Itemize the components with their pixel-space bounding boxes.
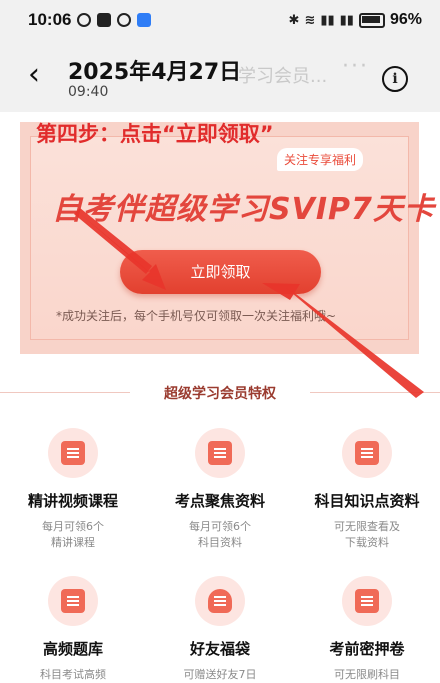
promo-title: 自考伴超级学习SVIP7天卡 bbox=[52, 192, 435, 227]
feature-name: 考点聚焦资料 bbox=[174, 492, 265, 510]
feature-knowledge-material[interactable]: 科目知识点资料 可无限查看及 下载资料 bbox=[294, 428, 440, 551]
status-right: ✱ ≋ ▮▮ ▮▮ 96% bbox=[289, 11, 422, 29]
page-header: ‹ 学习会员... ··· 2025年4月27日 09:40 i bbox=[0, 40, 440, 112]
feature-exam-paper[interactable]: 考前密押卷 可无限刷科目 bbox=[294, 576, 440, 683]
claim-note: *成功关注后，每个手机号仅可领取一次关注福利哦~ bbox=[56, 309, 337, 323]
signal-icon-2: ▮▮ bbox=[339, 12, 354, 28]
feature-desc: 科目考试高频 bbox=[40, 668, 106, 681]
gift-bag-icon bbox=[195, 576, 245, 626]
step-instruction: 第四步：点击“立即领取” bbox=[36, 122, 274, 146]
follow-benefit-tag: 关注专享福利 bbox=[277, 148, 364, 171]
nfc-icon bbox=[97, 13, 112, 27]
feature-desc: 每月可领6个 精讲课程 bbox=[42, 520, 104, 549]
claim-now-button[interactable]: 立即领取 bbox=[120, 250, 321, 294]
feature-name: 好友福袋 bbox=[189, 640, 250, 658]
feature-focus-material[interactable]: 考点聚焦资料 每月可领6个 科目资料 bbox=[147, 428, 293, 551]
exam-paper-icon bbox=[342, 576, 392, 626]
status-left: 10:06 bbox=[28, 10, 152, 30]
feature-desc: 每月可领6个 科目资料 bbox=[189, 520, 251, 549]
feature-video-course[interactable]: 精讲视频课程 每月可领6个 精讲课程 bbox=[0, 428, 146, 551]
eye-icon bbox=[77, 13, 92, 27]
feature-name: 科目知识点资料 bbox=[314, 492, 420, 510]
battery-icon bbox=[358, 12, 385, 28]
battery-percent: 96% bbox=[389, 11, 422, 28]
feature-desc: 可无限查看及 下载资料 bbox=[334, 520, 400, 549]
more-icon: ··· bbox=[342, 54, 369, 79]
feature-desc: 可赠送好友7日 bbox=[183, 668, 257, 681]
wifi-icon: ≋ bbox=[304, 12, 316, 28]
signal-icon: ▮▮ bbox=[320, 12, 335, 28]
status-bar: 10:06 ✱ ≋ ▮▮ ▮▮ 96% bbox=[0, 0, 440, 40]
info-icon[interactable]: i bbox=[382, 66, 408, 92]
feature-question-bank[interactable]: 高频题库 科目考试高频 bbox=[0, 576, 146, 683]
feature-desc: 可无限刷科目 bbox=[334, 668, 400, 681]
notes-icon bbox=[342, 428, 392, 478]
question-bank-icon bbox=[48, 576, 98, 626]
app-notification-icon bbox=[137, 13, 152, 27]
back-arrow-icon[interactable]: ‹ bbox=[28, 60, 40, 90]
video-icon bbox=[48, 428, 98, 478]
document-check-icon bbox=[195, 428, 245, 478]
feature-gift-bag[interactable]: 好友福袋 可赠送好友7日 bbox=[147, 576, 293, 683]
feature-name: 高频题库 bbox=[42, 640, 103, 658]
alarm-icon bbox=[117, 13, 132, 27]
status-time: 10:06 bbox=[28, 10, 72, 29]
feature-name: 考前密押卷 bbox=[329, 640, 405, 658]
section-title: 超级学习会员特权 bbox=[164, 386, 276, 402]
header-date: 2025年4月27日 bbox=[68, 60, 242, 85]
feature-name: 精讲视频课程 bbox=[27, 492, 118, 510]
header-time: 09:40 bbox=[68, 84, 109, 100]
bluetooth-icon: ✱ bbox=[288, 12, 300, 28]
background-page-title: 学习会员... bbox=[238, 66, 328, 87]
